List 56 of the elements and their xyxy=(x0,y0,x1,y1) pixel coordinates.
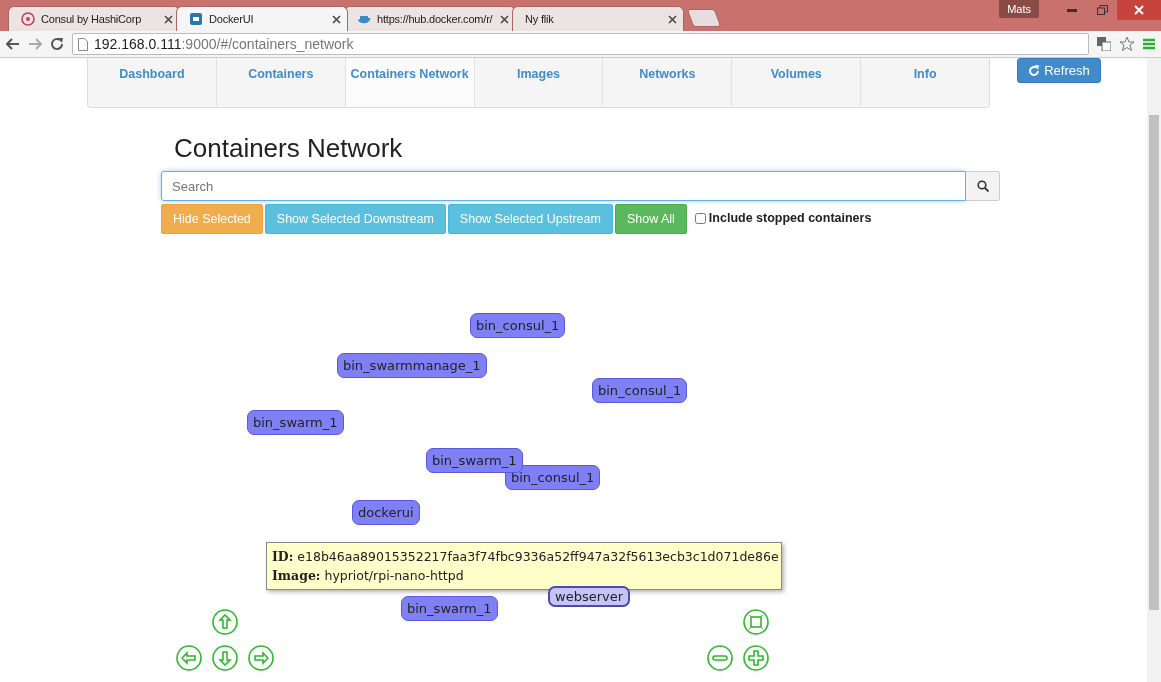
close-icon[interactable] xyxy=(500,14,509,24)
restore-icon[interactable] xyxy=(1096,5,1108,15)
close-icon[interactable] xyxy=(668,14,677,24)
close-icon[interactable] xyxy=(164,14,173,24)
nav-link[interactable]: Networks xyxy=(603,58,733,106)
container-node[interactable]: webserver xyxy=(548,586,631,607)
scrollbar[interactable] xyxy=(1147,58,1161,682)
browser-tab[interactable]: DockerUI xyxy=(176,6,348,31)
checkbox-label: Include stopped containers xyxy=(708,211,872,225)
address-bar[interactable]: 192.168.0.111:9000/#/containers_network xyxy=(72,33,1089,55)
container-node[interactable]: bin_consul_1 xyxy=(505,465,601,490)
forward-icon[interactable] xyxy=(28,38,42,50)
nav-link[interactable]: Images xyxy=(474,58,604,106)
tooltip-line: ID: e18b46aa89015352217faa3f74fbc9336a52ff947a32f5613ecb3c1d071de86e xyxy=(272,548,776,566)
translate-icon[interactable] xyxy=(1097,37,1111,51)
container-node[interactable]: bin_consul_1 xyxy=(592,378,688,403)
zoom-out-icon[interactable] xyxy=(707,645,733,671)
container-node[interactable]: dockerui xyxy=(352,500,420,525)
container-node[interactable]: bin_swarm_1 xyxy=(401,596,498,621)
pan-down-icon[interactable] xyxy=(212,645,238,671)
star-icon[interactable] xyxy=(1119,36,1135,52)
nav-link[interactable]: Containers Network xyxy=(345,58,475,107)
container-node[interactable]: bin_swarm_1 xyxy=(247,410,344,435)
profile-badge[interactable]: Mats xyxy=(999,0,1039,18)
zoom-fit-icon[interactable] xyxy=(743,609,769,635)
nav-link[interactable]: Dashboard xyxy=(88,58,217,106)
page-title: Containers Network xyxy=(174,133,404,163)
search-button[interactable] xyxy=(966,171,1000,201)
site-icon xyxy=(21,12,35,26)
browser-tab[interactable]: Ny flik xyxy=(512,6,684,31)
refresh-button[interactable]: Refresh xyxy=(1017,58,1101,83)
refresh-icon xyxy=(1028,64,1041,77)
pan-left-icon[interactable] xyxy=(176,645,202,671)
search-icon xyxy=(976,180,989,192)
url-text: 192.168.0.111:9000/#/containers_network xyxy=(94,36,354,52)
menu-icon[interactable] xyxy=(1143,38,1155,50)
minimize-icon[interactable] xyxy=(1067,8,1077,12)
container-node[interactable]: bin_swarm_1 xyxy=(426,448,523,473)
nav-link[interactable]: Volumes xyxy=(732,58,862,106)
pan-up-icon[interactable] xyxy=(212,609,238,635)
container-node[interactable]: bin_swarmmanage_1 xyxy=(337,353,487,378)
site-icon xyxy=(189,12,203,26)
tooltip-line: Image: hypriot/rpi-nano-httpd xyxy=(272,567,465,585)
search-field[interactable]: Search xyxy=(161,171,966,201)
action-button[interactable]: Show All xyxy=(614,204,687,234)
close-icon[interactable] xyxy=(332,14,341,24)
zoom-in-icon[interactable] xyxy=(743,645,769,671)
reload-icon[interactable] xyxy=(50,37,64,51)
page-icon xyxy=(78,37,88,51)
nav-link[interactable]: Info xyxy=(861,58,989,106)
include-stopped-checkbox[interactable] xyxy=(694,212,706,224)
back-icon[interactable] xyxy=(6,38,20,50)
container-node[interactable]: bin_consul_1 xyxy=(470,313,566,338)
pan-right-icon[interactable] xyxy=(248,645,274,671)
nav-link[interactable]: Containers xyxy=(216,58,346,106)
new-tab-button[interactable] xyxy=(686,9,722,27)
